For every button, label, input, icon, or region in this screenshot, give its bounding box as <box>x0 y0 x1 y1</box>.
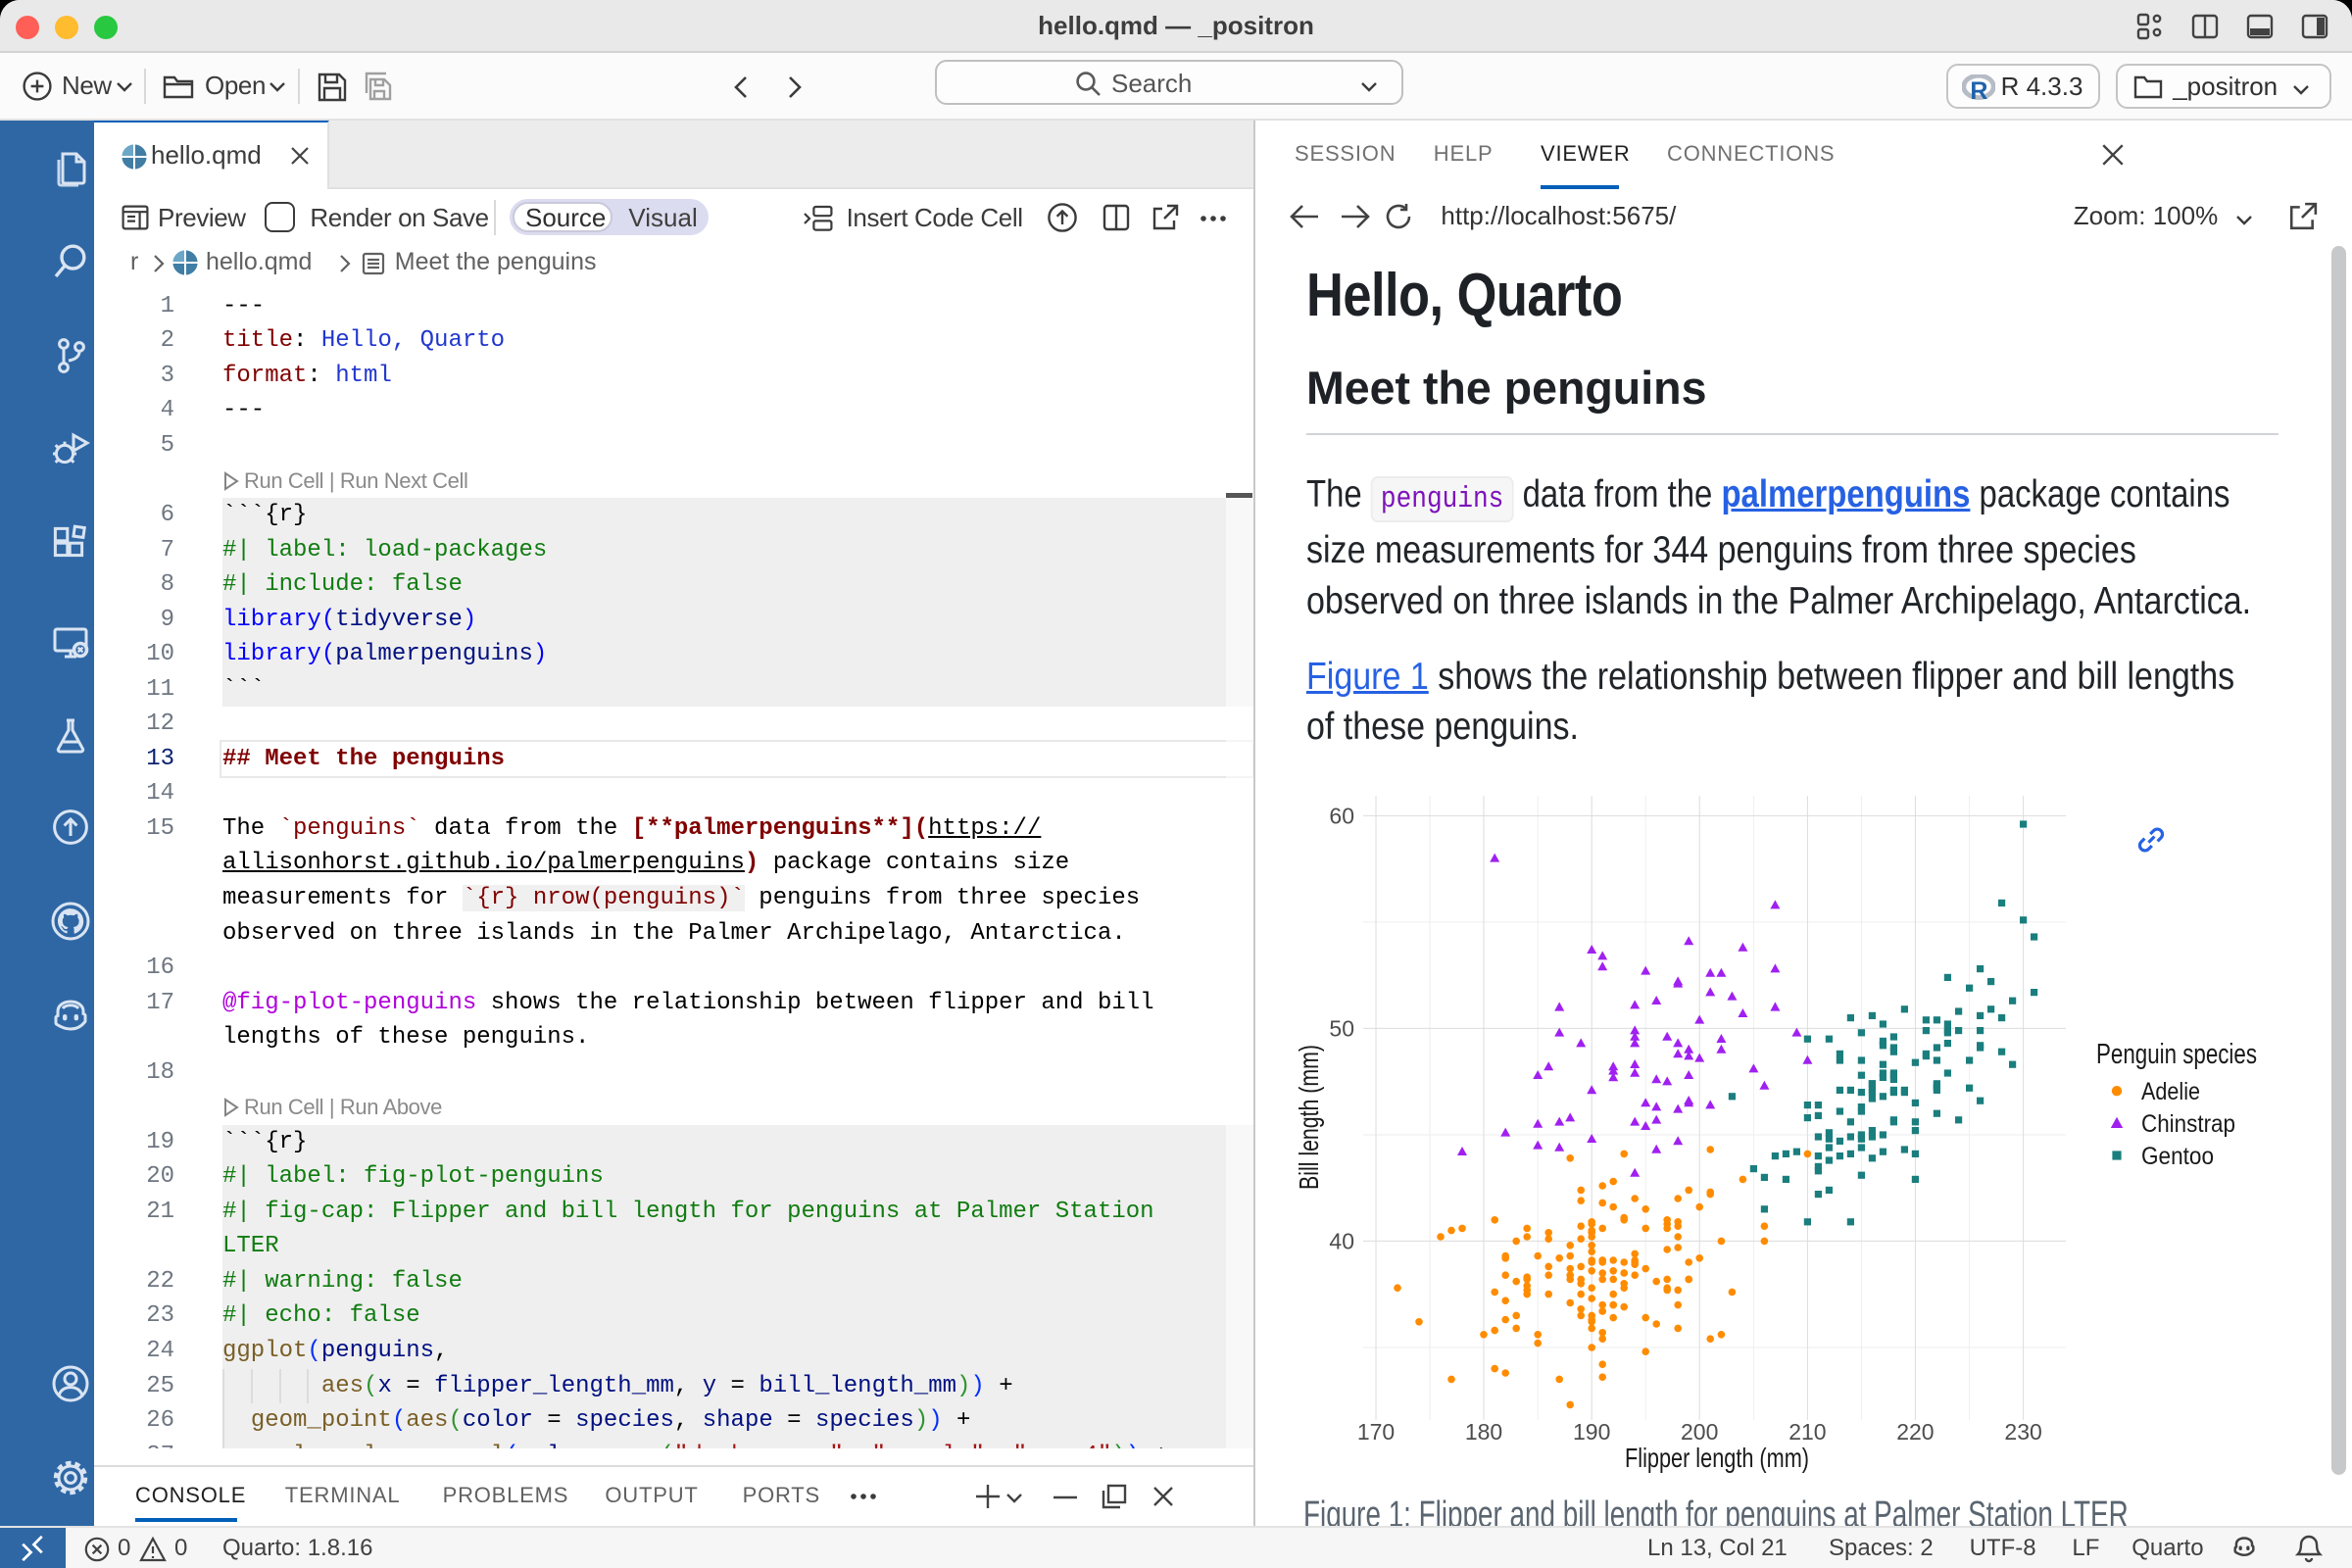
svg-text:Gentoo: Gentoo <box>2141 1143 2214 1170</box>
svg-text:Flipper length (mm): Flipper length (mm) <box>1625 1443 1809 1473</box>
svg-text:220: 220 <box>1896 1419 1934 1445</box>
svg-text:210: 210 <box>1788 1419 1826 1445</box>
svg-text:Adelie: Adelie <box>2141 1078 2200 1105</box>
svg-text:50: 50 <box>1329 1015 1354 1041</box>
svg-text:40: 40 <box>1329 1228 1354 1253</box>
svg-text:190: 190 <box>1573 1419 1610 1445</box>
svg-text:R: R <box>1970 77 1987 102</box>
svg-text:Bill length (mm): Bill length (mm) <box>1294 1045 1324 1190</box>
svg-text:Penguin species: Penguin species <box>2096 1039 2257 1070</box>
svg-text:180: 180 <box>1465 1419 1502 1445</box>
svg-text:200: 200 <box>1681 1419 1718 1445</box>
svg-text:Chinstrap: Chinstrap <box>2141 1110 2235 1138</box>
svg-text:230: 230 <box>2004 1419 2041 1445</box>
svg-text:60: 60 <box>1329 803 1354 828</box>
svg-text:170: 170 <box>1357 1419 1395 1445</box>
